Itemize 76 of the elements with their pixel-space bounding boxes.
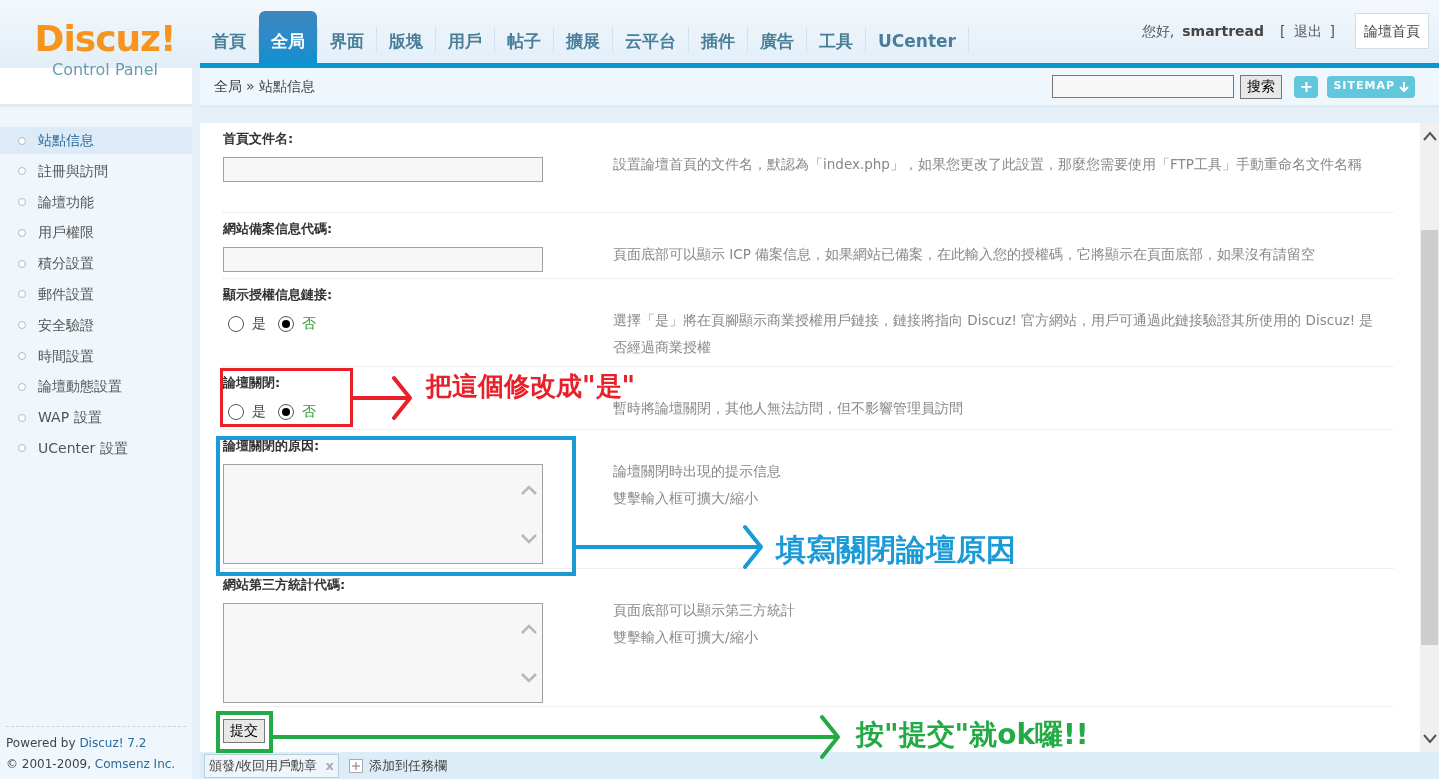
annotation-text: 按"提交"就ok囉!!: [856, 718, 1089, 752]
annotation-text: 填寫關閉論壇原因: [776, 532, 1016, 568]
greeting: 您好,: [1141, 21, 1175, 41]
discuz-link[interactable]: Discuz! 7.2: [79, 736, 147, 750]
nav-tab[interactable]: 首頁: [200, 11, 258, 63]
forum-home-button[interactable]: 論壇首頁: [1355, 13, 1429, 49]
nav-tab[interactable]: 云平台: [613, 11, 688, 63]
radio-option[interactable]: 否: [278, 401, 316, 422]
nav-tab[interactable]: 全局: [259, 11, 317, 63]
sidebar-item[interactable]: 安全驗證: [0, 311, 192, 339]
sidebar-item[interactable]: 時間設置: [0, 342, 192, 370]
sidebar-item[interactable]: 站點信息: [0, 127, 192, 154]
text-field[interactable]: [223, 157, 543, 182]
setting-label: 論壇關閉的原因:: [223, 437, 320, 455]
copyright-text: © 2001-2009, Comsenz Inc.: [6, 756, 177, 773]
radio-option[interactable]: 是: [228, 313, 266, 334]
plus-box-icon: [348, 758, 363, 773]
nav-tab[interactable]: 界面: [318, 11, 376, 63]
bracket: ]: [1329, 21, 1335, 41]
sidebar-item[interactable]: 論壇功能: [0, 188, 192, 216]
setting-label: 首頁文件名:: [223, 130, 294, 148]
logo-subtitle: Control Panel: [51, 59, 159, 81]
sidebar-item[interactable]: 積分設置: [0, 250, 192, 278]
setting-hint: 雙擊輸入框可擴大/縮小: [613, 489, 758, 508]
company-link[interactable]: Comsenz Inc.: [94, 757, 176, 771]
down-arrow-icon: [1399, 81, 1409, 92]
nav-tab[interactable]: 帖子: [495, 11, 553, 63]
nav-tab[interactable]: UCenter: [866, 11, 968, 63]
nav-tab[interactable]: 版塊: [377, 11, 435, 63]
sidebar-item[interactable]: UCenter 設置: [0, 434, 192, 462]
nav-tab[interactable]: 插件: [689, 11, 747, 63]
scroll-up-icon[interactable]: [520, 483, 538, 496]
annotation-arrow: [352, 376, 412, 420]
setting-label: 網站第三方統計代碼:: [223, 576, 346, 594]
taskbar-tab[interactable]: 頒發/收回用戶勳章: [209, 755, 318, 776]
breadcrumb-separator: »: [246, 77, 255, 96]
add-to-taskbar-link[interactable]: 添加到任務欄: [368, 755, 447, 776]
bracket: [: [1280, 21, 1286, 41]
nav-tab[interactable]: 廣告: [748, 11, 806, 63]
text-field[interactable]: [223, 247, 543, 272]
setting-hint: 論壇關閉時出現的提示信息: [613, 462, 781, 481]
setting-hint: 選擇「是」將在頁腳顯示商業授權用戶鏈接，鏈接將指向 Discuz! 官方網站，用戶可通過此鏈接驗證其所使用的 Discuz! 是否經過商業授權: [613, 311, 1375, 357]
setting-label: 顯示授權信息鏈接:: [223, 286, 333, 304]
scroll-bar[interactable]: [1420, 123, 1439, 752]
radio-option[interactable]: 否: [278, 313, 316, 334]
sidebar-item[interactable]: 用戶權限: [0, 219, 192, 247]
setting-hint: 雙擊輸入框可擴大/縮小: [613, 628, 758, 647]
scroll-up-icon[interactable]: [520, 622, 538, 635]
setting-hint: 設置論壇首頁的文件名，默認為「index.php」，如果您更改了此設置，那麼您需要使用「FTP工具」手動重命名文件名稱: [613, 155, 1362, 174]
text-area-field[interactable]: [223, 464, 543, 564]
annotation-text: 把這個修改成"是": [426, 371, 636, 401]
nav-tab[interactable]: 擴展: [554, 11, 612, 63]
setting-label: 網站備案信息代碼:: [223, 220, 333, 238]
sidebar-item[interactable]: 論壇動態設置: [0, 373, 192, 401]
setting-hint: 頁面底部可以顯示第三方統計: [613, 601, 795, 620]
setting-hint: 頁面底部可以顯示 ICP 備案信息，如果網站已備案，在此輸入您的授權碼，它將顯示在頁面底部，如果沒有請留空: [613, 245, 1316, 264]
scroll-down-icon[interactable]: [520, 532, 538, 545]
scroll-down-icon[interactable]: [520, 671, 538, 684]
radio-option[interactable]: 是: [228, 401, 266, 422]
nav-tab[interactable]: 用戶: [436, 11, 494, 63]
powered-by-text: Powered by Discuz! 7.2: [6, 735, 148, 752]
setting-hint: 暫時將論壇關閉，其他人無法訪問，但不影響管理員訪問: [613, 400, 963, 418]
sidebar-item[interactable]: 註冊與訪問: [0, 157, 192, 185]
nav-tab[interactable]: 工具: [807, 11, 865, 63]
submit-button[interactable]: 提交: [223, 718, 265, 743]
sidebar-item[interactable]: WAP 設置: [0, 404, 192, 432]
logout-link[interactable]: 退出: [1293, 20, 1322, 42]
breadcrumb-link[interactable]: 站點信息: [258, 76, 315, 97]
highlight-frame: [216, 711, 273, 753]
setting-label: 論壇關閉:: [223, 374, 281, 392]
sidebar-item[interactable]: 郵件設置: [0, 281, 192, 308]
search-field[interactable]: [1052, 75, 1235, 98]
search-button[interactable]: 搜索: [1240, 74, 1283, 99]
breadcrumb-link[interactable]: 全局: [214, 76, 242, 97]
username: smartread: [1182, 21, 1265, 41]
text-area-field[interactable]: [223, 603, 543, 703]
